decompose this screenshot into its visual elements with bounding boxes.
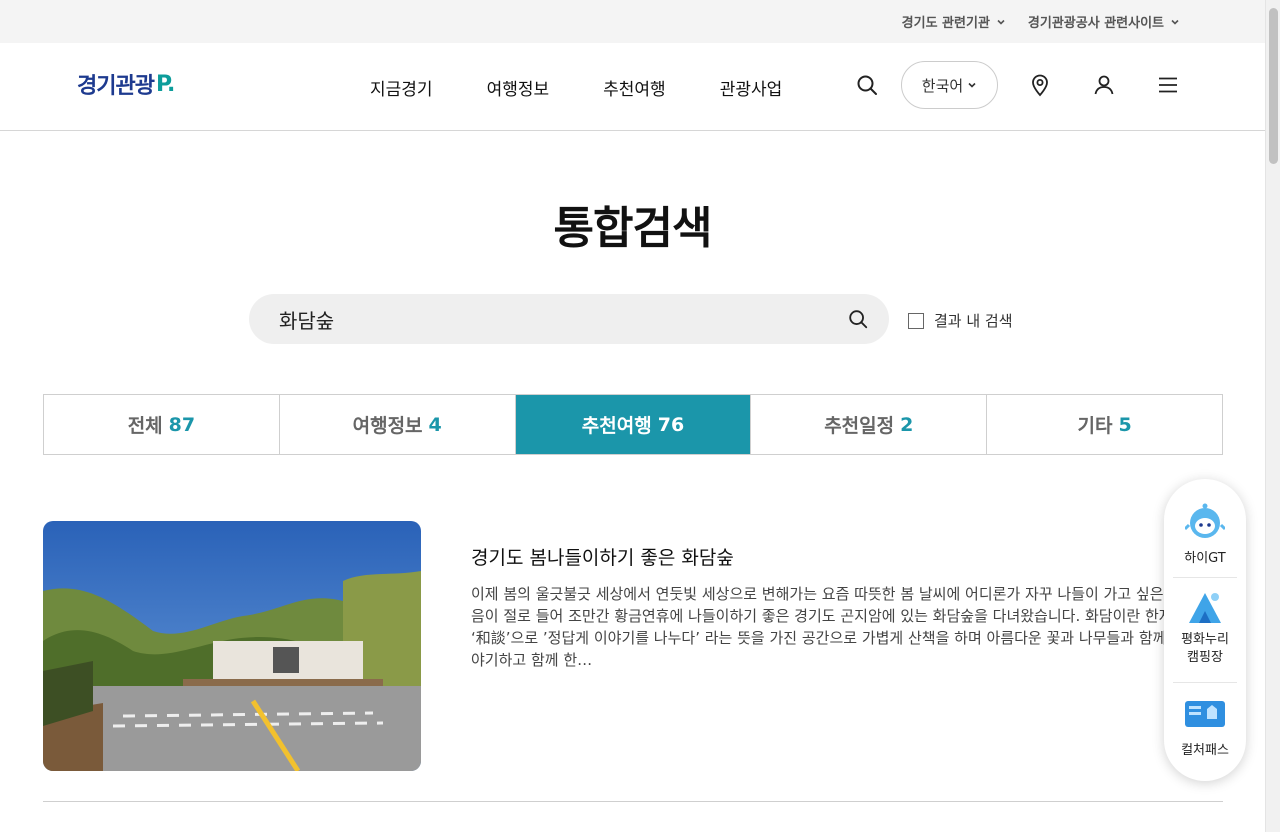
tab-label: 전체 <box>127 415 163 437</box>
quick-item-label: 평화누리 캠핑장 <box>1181 632 1229 665</box>
tab-recommended-travel[interactable]: 추천여행 76 <box>515 395 752 454</box>
quick-menu-separator <box>1173 577 1237 578</box>
related-sites-dropdown[interactable]: 경기관광공사 관련사이트 <box>1028 12 1180 31</box>
nav-item-now-gyeonggi[interactable]: 지금경기 <box>370 75 433 100</box>
camping-tent-icon <box>1189 593 1221 623</box>
scrollbar-thumb[interactable] <box>1269 8 1278 164</box>
search-icon[interactable] <box>855 73 879 97</box>
nav-item-recommended-travel[interactable]: 추천여행 <box>603 75 666 100</box>
search-bar <box>249 294 889 344</box>
tab-count: 4 <box>428 413 442 436</box>
language-select[interactable]: 한국어 <box>901 61 998 109</box>
quick-item-culture-pass[interactable]: 컬처패스 <box>1164 697 1246 758</box>
chevron-down-icon <box>968 82 976 88</box>
tab-count: 76 <box>657 413 685 436</box>
related-agencies-dropdown[interactable]: 경기도 관련기관 <box>902 12 1006 31</box>
culture-pass-icon <box>1185 701 1225 727</box>
page-scrollbar[interactable] <box>1265 0 1280 832</box>
main-nav: 지금경기 여행정보 추천여행 관광사업 <box>370 43 782 131</box>
logo-mark: P. <box>155 71 175 97</box>
related-sites-label: 경기관광공사 관련사이트 <box>1027 16 1164 31</box>
tab-label: 기타 <box>1077 415 1113 437</box>
nav-item-travel-info[interactable]: 여행정보 <box>487 75 550 100</box>
tab-label: 여행정보 <box>352 415 423 437</box>
site-logo[interactable]: 경기관광 P. <box>77 69 175 100</box>
tab-label: 추천여행 <box>581 415 652 437</box>
quick-item-label: 하이GT <box>1184 551 1226 566</box>
user-icon[interactable] <box>1092 73 1116 97</box>
related-agencies-label: 경기도 관련기관 <box>901 16 990 31</box>
result-divider <box>43 801 1223 802</box>
tab-count: 87 <box>168 413 196 436</box>
quick-menu-separator <box>1173 682 1237 683</box>
tab-count: 5 <box>1118 413 1132 436</box>
chevron-down-icon <box>997 19 1005 25</box>
search-input[interactable] <box>277 294 837 344</box>
utility-bar: 경기도 관련기관 경기관광공사 관련사이트 <box>0 0 1265 43</box>
floating-quick-menu: 하이GT 평화누리 캠핑장 컬처패스 <box>1164 479 1246 781</box>
utility-links: 경기도 관련기관 경기관광공사 관련사이트 <box>902 0 1180 43</box>
result-item: 경기도 봄나들이하기 좋은 화담숲 이제 봄의 울긋불긋 세상에서 연둣빛 세상… <box>43 521 1223 771</box>
result-category-tabs: 전체 87 여행정보 4 추천여행 76 추천일정 2 기타 5 <box>43 394 1223 455</box>
hwadam-forest-entrance-photo <box>43 521 421 771</box>
result-thumbnail[interactable] <box>43 521 421 771</box>
map-pin-icon[interactable] <box>1028 73 1052 97</box>
hamburger-menu-icon[interactable] <box>1156 73 1180 97</box>
chevron-down-icon <box>1171 19 1179 25</box>
quick-item-label: 컬처패스 <box>1181 743 1229 758</box>
search-in-results: 결과 내 검색 <box>908 310 1013 331</box>
tab-label: 추천일정 <box>824 415 895 437</box>
tab-etc[interactable]: 기타 5 <box>987 395 1222 454</box>
result-title[interactable]: 경기도 봄나들이하기 좋은 화담숲 <box>471 543 734 570</box>
tab-count: 2 <box>900 413 914 436</box>
page-title: 통합검색 <box>553 203 713 254</box>
site-header: 경기관광 P. 지금경기 여행정보 추천여행 관광사업 한국어 <box>0 43 1265 131</box>
logo-text: 경기관광 <box>77 74 155 99</box>
language-label: 한국어 <box>921 76 964 95</box>
search-in-results-checkbox[interactable] <box>908 312 924 329</box>
result-description: 이제 봄의 울긋불긋 세상에서 연둣빛 세상으로 변해가는 요즘 따뜻한 봄 날… <box>471 585 1187 669</box>
tab-recommended-itinerary[interactable]: 추천일정 2 <box>751 395 988 454</box>
search-icon[interactable] <box>847 308 869 330</box>
tab-travel-info[interactable]: 여행정보 4 <box>280 395 516 454</box>
nav-item-tourism-business[interactable]: 관광사업 <box>720 75 783 100</box>
tab-all[interactable]: 전체 87 <box>44 395 280 454</box>
mascot-icon <box>1185 503 1225 538</box>
search-in-results-label[interactable]: 결과 내 검색 <box>934 310 1013 331</box>
quick-item-hi-gt[interactable]: 하이GT <box>1164 503 1246 566</box>
quick-item-peace-camping[interactable]: 평화누리 캠핑장 <box>1164 587 1246 667</box>
